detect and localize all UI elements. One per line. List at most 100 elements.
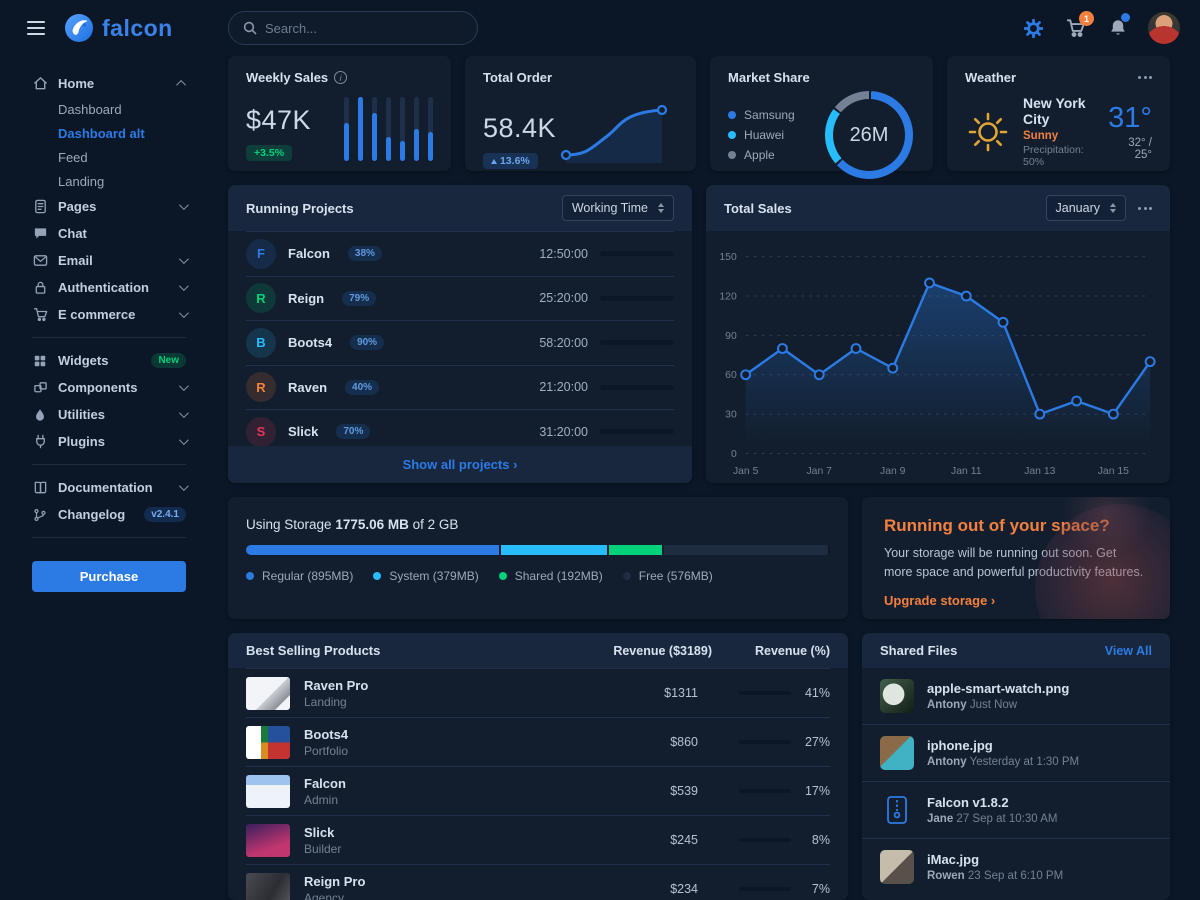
sidebar-item-email[interactable]: Email — [32, 247, 186, 274]
product-category: Portfolio — [304, 744, 544, 758]
working-time-select[interactable]: Working Time — [562, 195, 674, 221]
product-name[interactable]: Raven Pro — [304, 678, 368, 693]
product-name[interactable]: Falcon — [304, 776, 346, 791]
sidebar-item-chat[interactable]: Chat — [32, 220, 186, 247]
weekly-sales-value: $47K — [246, 105, 311, 136]
product-percent-bar — [739, 740, 791, 744]
falcon-logo[interactable]: falcon — [63, 12, 173, 44]
notification-dot — [1121, 13, 1130, 22]
home-submenu: Dashboard Dashboard alt Feed Landing — [32, 97, 186, 193]
code-branch-icon — [32, 508, 48, 522]
card-menu-button[interactable] — [1138, 72, 1152, 83]
svg-text:60: 60 — [725, 370, 737, 381]
total-sales-chart: 0306090120150Jan 5Jan 7Jan 9Jan 11Jan 13… — [706, 231, 1170, 483]
sidebar-item-authentication[interactable]: Authentication — [32, 274, 186, 301]
file-name[interactable]: Falcon v1.8.2 — [927, 795, 1057, 810]
project-name[interactable]: Slick — [288, 424, 318, 439]
drop-icon — [32, 408, 48, 422]
sidebar-item-documentation[interactable]: Documentation — [32, 474, 186, 501]
weekly-sales-bar — [358, 97, 363, 161]
settings-gear-button[interactable] — [1022, 17, 1045, 40]
sidebar-item-feed[interactable]: Feed — [58, 145, 186, 169]
upgrade-storage-link[interactable]: Upgrade storage › — [884, 593, 995, 608]
sidebar-item-dashboard[interactable]: Dashboard — [58, 97, 186, 121]
month-select[interactable]: January — [1046, 195, 1126, 221]
storage-total: of 2 GB — [413, 517, 459, 532]
project-time: 25:20:00 — [524, 291, 588, 305]
weather-condition: Sunny — [1023, 130, 1096, 142]
sidebar-item-changelog[interactable]: Changelog v2.4.1 — [32, 501, 186, 528]
legend-item-huawei: Huawei — [728, 128, 795, 142]
product-revenue: $860 — [558, 735, 698, 749]
file-name[interactable]: iphone.jpg — [927, 738, 1079, 753]
purchase-button[interactable]: Purchase — [32, 561, 186, 592]
weekly-sales-bar — [400, 97, 405, 161]
sun-icon — [965, 109, 1011, 155]
info-circle-icon[interactable] — [334, 71, 347, 84]
project-percent-badge: 38% — [348, 246, 382, 261]
cart-button[interactable]: 1 — [1063, 16, 1088, 40]
product-name[interactable]: Reign Pro — [304, 874, 365, 889]
card-title: Weather — [965, 70, 1016, 85]
card-menu-button[interactable] — [1138, 203, 1152, 214]
total-order-value: 58.4K — [483, 113, 556, 144]
file-user: Jane — [927, 813, 953, 825]
file-time: Just Now — [970, 699, 1017, 711]
search-box[interactable] — [228, 11, 478, 45]
menu-toggle-button[interactable] — [25, 19, 47, 37]
sidebar-item-landing[interactable]: Landing — [58, 169, 186, 193]
search-input[interactable] — [265, 21, 463, 36]
user-avatar[interactable] — [1148, 12, 1180, 44]
sidebar: Home Dashboard Dashboard alt Feed Landin… — [0, 56, 216, 900]
product-percent: 41% — [800, 686, 830, 700]
email-icon — [32, 253, 48, 268]
sidebar-item-ecommerce[interactable]: E commerce — [32, 301, 186, 328]
sidebar-item-pages[interactable]: Pages — [32, 193, 186, 220]
view-all-link[interactable]: View All — [1105, 644, 1152, 658]
navbar-actions: 1 — [1022, 12, 1200, 44]
file-name[interactable]: iMac.jpg — [927, 852, 1063, 867]
project-progress-bar — [600, 296, 674, 301]
product-revenue: $1311 — [558, 686, 698, 700]
notifications-button[interactable] — [1106, 16, 1130, 40]
brand-name: falcon — [102, 15, 173, 42]
product-percent: 7% — [800, 882, 830, 896]
project-name[interactable]: Falcon — [288, 246, 330, 261]
project-name[interactable]: Boots4 — [288, 335, 332, 350]
legend-dot — [623, 572, 631, 580]
product-name[interactable]: Boots4 — [304, 727, 348, 742]
pages-icon — [32, 199, 48, 214]
legend-dot — [373, 572, 381, 580]
show-all-projects-link[interactable]: Show all projects › — [403, 457, 518, 472]
sidebar-item-home[interactable]: Home — [32, 70, 186, 97]
legend-dot — [499, 572, 507, 580]
svg-text:30: 30 — [725, 410, 737, 421]
project-progress-bar — [600, 429, 674, 434]
project-name[interactable]: Reign — [288, 291, 324, 306]
sidebar-item-utilities[interactable]: Utilities — [32, 401, 186, 428]
market-share-card: Market Share Samsung Huawei — [710, 56, 933, 171]
chevron-up-icon — [176, 80, 186, 90]
product-category: Landing — [304, 695, 544, 709]
sidebar-item-plugins[interactable]: Plugins — [32, 428, 186, 455]
product-percent: 27% — [800, 735, 830, 749]
project-name[interactable]: Raven — [288, 380, 327, 395]
sidebar-item-components[interactable]: Components — [32, 374, 186, 401]
product-percent: 8% — [800, 833, 830, 847]
revenue-column-header: Revenue ($3189) — [572, 644, 712, 658]
top-navbar: falcon — [0, 0, 1200, 56]
select-arrows-icon — [1110, 203, 1116, 213]
product-name[interactable]: Slick — [304, 825, 334, 840]
puzzle-icon — [32, 380, 48, 395]
storage-segment — [664, 545, 828, 555]
product-revenue: $245 — [558, 833, 698, 847]
file-name[interactable]: apple-smart-watch.png — [927, 681, 1069, 696]
svg-text:Jan 9: Jan 9 — [880, 466, 906, 477]
sidebar-item-dashboard-alt[interactable]: Dashboard alt — [58, 121, 186, 145]
sidebar-item-widgets[interactable]: Widgets New — [32, 347, 186, 374]
weekly-sales-bars — [344, 97, 433, 161]
weekly-sales-badge: +3.5% — [246, 145, 292, 161]
product-percent-bar — [739, 838, 791, 842]
sidebar-item-label: Chat — [58, 226, 186, 241]
lock-icon — [32, 280, 48, 295]
